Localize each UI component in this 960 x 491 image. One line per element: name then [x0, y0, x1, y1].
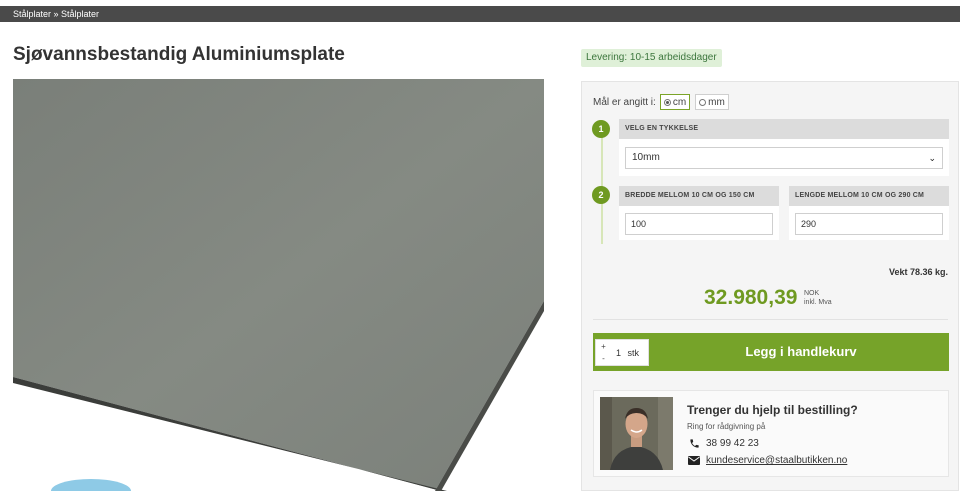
length-input[interactable]: 290	[795, 213, 943, 235]
phone-number[interactable]: 38 99 42 23	[706, 438, 759, 449]
length-header: LENGDE MELLOM 10 CM OG 290 CM	[789, 186, 949, 206]
increase-quantity-button[interactable]: +	[599, 341, 608, 352]
email-link[interactable]: kundeservice@staalbutikken.no	[706, 455, 847, 466]
help-box: Trenger du hjelp til bestilling? Ring fo…	[593, 390, 949, 477]
weight-text: Vekt 78.36 kg.	[888, 267, 948, 277]
price-amount: 32.980,39	[704, 286, 798, 309]
thickness-value: 10mm	[632, 152, 660, 163]
radio-icon	[663, 98, 671, 106]
width-input[interactable]: 100	[625, 213, 773, 235]
thickness-step: VELG EN TYKKELSE 10mm ⌄	[619, 119, 949, 176]
quantity-unit: stk	[627, 348, 640, 358]
divider	[593, 319, 948, 320]
person-photo	[600, 397, 673, 470]
envelope-icon	[687, 456, 701, 465]
step-2-badge: 2	[592, 186, 610, 204]
product-image	[13, 79, 544, 491]
length-step: LENGDE MELLOM 10 CM OG 290 CM 290	[789, 186, 949, 240]
quantity-value: 1	[616, 348, 622, 358]
aluminium-plate-illustration	[13, 79, 544, 491]
width-step: BREDDE MELLOM 10 CM OG 150 CM 100	[619, 186, 779, 240]
page-title: Sjøvannsbestandig Aluminiumsplate	[13, 44, 345, 65]
units-label: Mål er angitt i:	[593, 96, 656, 108]
price-meta: NOK inkl. Mva	[804, 289, 832, 307]
phone-icon	[687, 438, 701, 449]
units-selector: Mål er angitt i: cm mm	[593, 94, 734, 110]
price-currency: NOK	[804, 290, 820, 297]
avatar	[600, 397, 673, 470]
delivery-badge: Levering: 10-15 arbeidsdager	[581, 49, 722, 67]
breadcrumb: Stålplater » Stålplater	[0, 6, 960, 22]
decrease-quantity-button[interactable]: -	[599, 353, 608, 364]
unit-cm-label: cm	[672, 96, 687, 108]
quantity-stepper: + - 1 stk	[595, 339, 649, 366]
price-vat-note: inkl. Mva	[804, 299, 832, 306]
unit-option-cm[interactable]: cm	[659, 94, 691, 110]
configurator-panel: Mål er angitt i: cm mm 1 VELG EN TYKKELS…	[581, 81, 959, 491]
phone-row: 38 99 42 23	[687, 438, 759, 449]
unit-option-mm[interactable]: mm	[695, 94, 729, 110]
width-header: BREDDE MELLOM 10 CM OG 150 CM	[619, 186, 779, 206]
add-to-cart-label: Legg i handlekurv	[745, 344, 857, 359]
help-subtitle: Ring for rådgivning på	[687, 422, 766, 431]
quantity-field[interactable]: 1 stk	[616, 348, 639, 358]
chevron-down-icon: ⌄	[928, 153, 936, 163]
thickness-header: VELG EN TYKKELSE	[619, 119, 949, 139]
help-title: Trenger du hjelp til bestilling?	[687, 403, 858, 417]
breadcrumb-text[interactable]: Stålplater » Stålplater	[13, 6, 99, 22]
thickness-select[interactable]: 10mm ⌄	[625, 147, 943, 169]
step-1-badge: 1	[592, 120, 610, 138]
unit-mm-label: mm	[708, 96, 725, 108]
radio-icon	[699, 98, 707, 106]
email-row: kundeservice@staalbutikken.no	[687, 455, 847, 466]
